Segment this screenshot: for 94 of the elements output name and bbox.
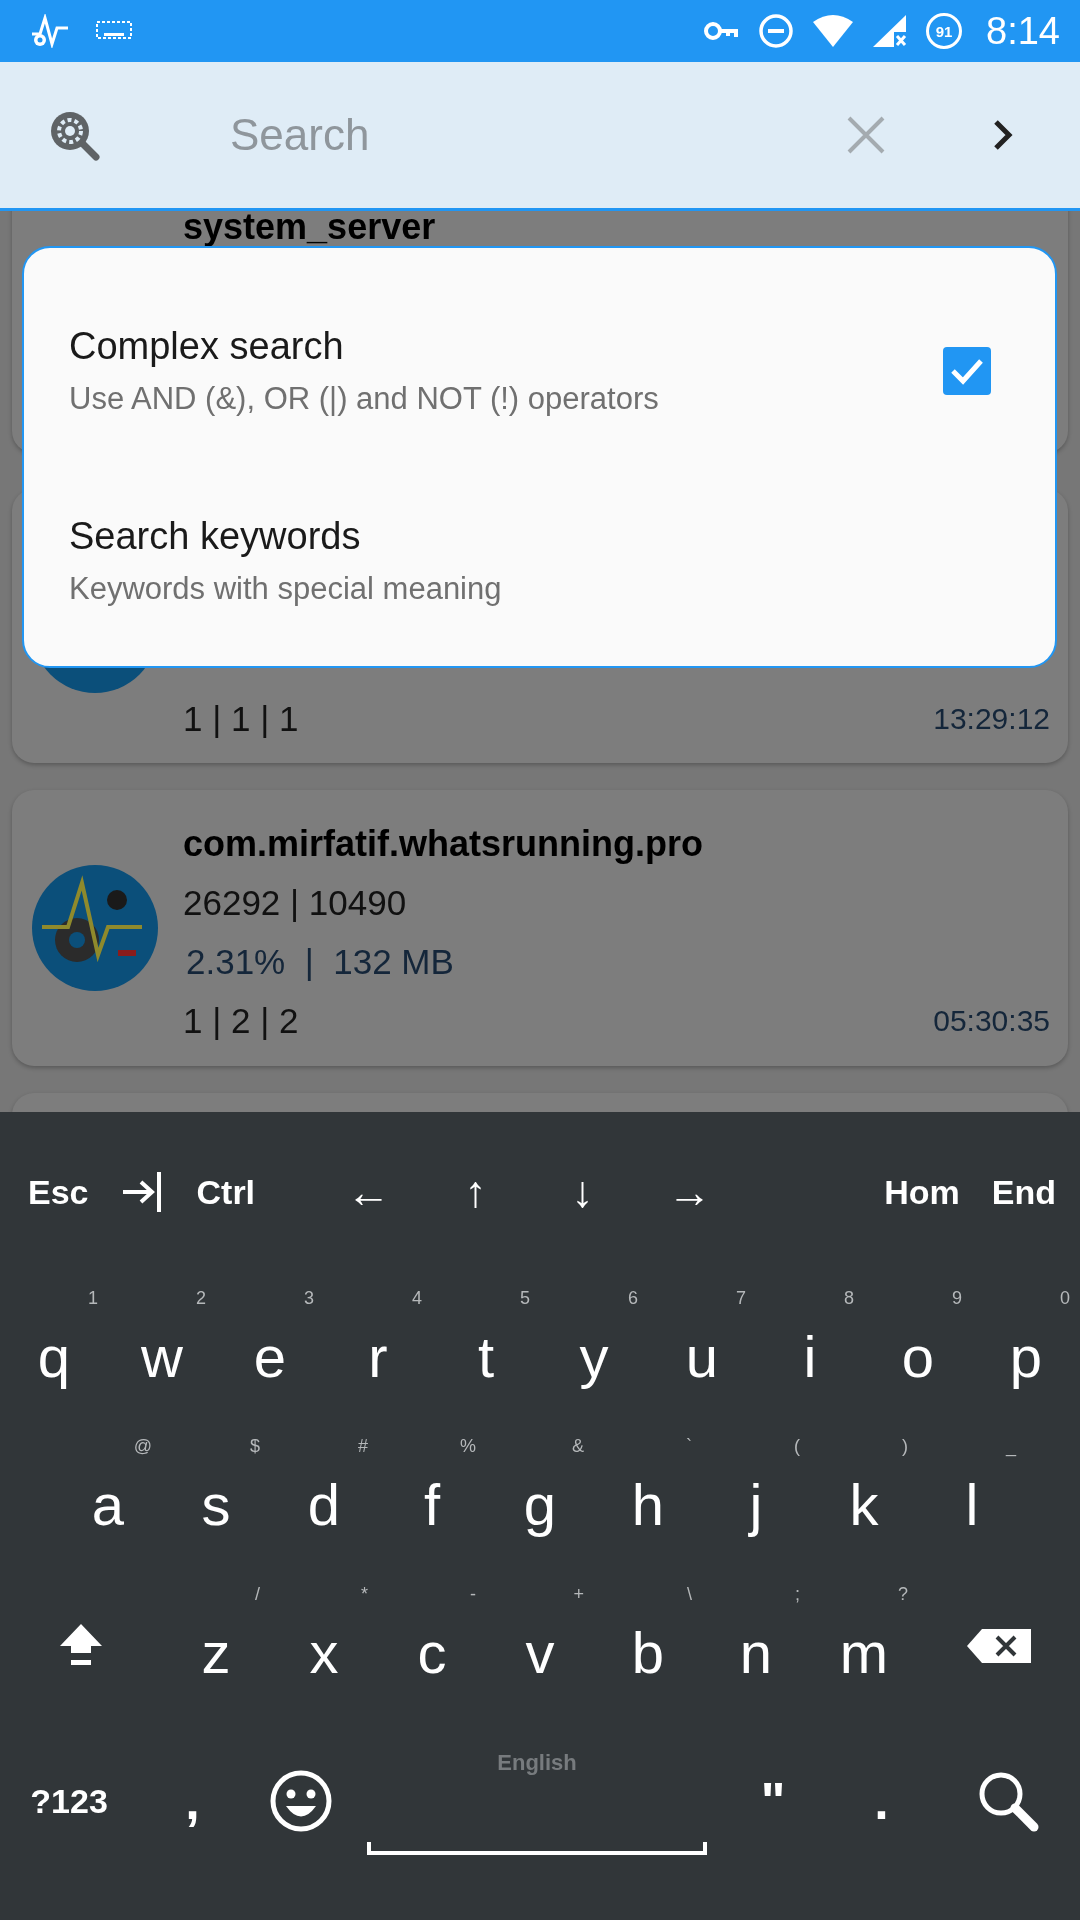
battery-indicator: 91 [926, 13, 963, 49]
function-key[interactable]: Ctrl [180, 1157, 272, 1227]
symbols-key[interactable]: ?123 [0, 1756, 139, 1846]
punctuation-key[interactable]: " [718, 1756, 828, 1846]
key-hint: - [470, 1584, 476, 1604]
menu-item[interactable]: Search keywords Keywords with special meaning [24, 466, 1055, 656]
usage-text: 2.31% | 132 MB [185, 940, 455, 983]
start-time: 13:29:12 [933, 701, 1050, 736]
do-not-disturb-icon [758, 13, 795, 49]
key-hint: ; [795, 1584, 800, 1604]
key-hint: + [573, 1584, 584, 1604]
key[interactable]: x * [270, 1568, 378, 1716]
app-icon [32, 865, 158, 991]
process-name: com.mirfatif.whatsrunning.pro [183, 821, 704, 866]
key-hint: \ [687, 1584, 692, 1604]
key-hint: & [572, 1436, 584, 1456]
key-hint: # [358, 1436, 368, 1456]
key[interactable]: w 2 [108, 1272, 216, 1420]
key[interactable]: l _ [918, 1420, 1026, 1568]
clock: 8:14 [986, 9, 1060, 53]
activity-gear-icon [30, 14, 70, 48]
key[interactable]: i 8 [756, 1272, 864, 1420]
key-icon [704, 20, 741, 42]
key[interactable]: j ( [702, 1420, 810, 1568]
key[interactable]: c - [378, 1568, 486, 1716]
key[interactable]: f % [378, 1420, 486, 1568]
thread-counts: 1 | 1 | 1 [183, 698, 299, 739]
key[interactable]: v + [486, 1568, 594, 1716]
thread-counts: 1 | 2 | 2 [183, 1000, 299, 1041]
function-key[interactable]: → [636, 1157, 744, 1227]
key-hint: $ [250, 1436, 260, 1456]
chevron-right-icon[interactable] [992, 119, 1014, 151]
key-hint: 5 [520, 1288, 530, 1308]
key[interactable]: z / [162, 1568, 270, 1716]
key-hint: ? [898, 1584, 908, 1604]
key[interactable]: s $ [162, 1420, 270, 1568]
key-hint: ) [902, 1436, 908, 1456]
key[interactable]: r 4 [324, 1272, 432, 1420]
key-hint: 6 [628, 1288, 638, 1308]
key[interactable]: k ) [810, 1420, 918, 1568]
key[interactable]: p 0 [972, 1272, 1080, 1420]
key-hint: ` [686, 1436, 692, 1456]
key-hint: _ [1006, 1436, 1016, 1456]
key-hint: ( [794, 1436, 800, 1456]
key-hint: 0 [1060, 1288, 1070, 1308]
wifi-icon [812, 14, 855, 48]
language-label: English [497, 1750, 577, 1776]
punctuation-key[interactable]: . [827, 1756, 936, 1846]
key-hint: @ [133, 1436, 152, 1456]
checkbox[interactable] [943, 347, 991, 395]
key[interactable]: h ` [594, 1420, 702, 1568]
function-key[interactable]: End [975, 1157, 1072, 1227]
key[interactable]: m ? [810, 1568, 918, 1716]
smiley-icon [269, 1769, 334, 1833]
key-hint: 9 [952, 1288, 962, 1308]
function-key[interactable]: Hom [868, 1157, 976, 1227]
punctuation-key[interactable]: , [138, 1756, 247, 1846]
menu-item[interactable]: Complex search Use AND (&), OR (|) and NOT (!) operators [24, 276, 1055, 466]
key[interactable]: q 1 [0, 1272, 108, 1420]
key-hint: * [361, 1584, 368, 1604]
key[interactable]: u 7 [648, 1272, 756, 1420]
function-key[interactable]: ↑ [422, 1157, 530, 1227]
key[interactable]: o 9 [864, 1272, 972, 1420]
search-field[interactable]: Search [230, 105, 846, 165]
function-key[interactable]: ← [315, 1157, 423, 1227]
process-ids: 26292 | 10490 [183, 881, 408, 924]
key-hint: 3 [304, 1288, 314, 1308]
option-title: Complex search [69, 324, 345, 369]
key[interactable]: n ; [702, 1568, 810, 1716]
space-bar-icon [367, 1840, 707, 1856]
key-hint: 1 [88, 1288, 98, 1308]
key-hint: 8 [844, 1288, 854, 1308]
key-hint: 2 [196, 1288, 206, 1308]
start-time: 05:30:35 [933, 1003, 1050, 1038]
key[interactable]: y 6 [540, 1272, 648, 1420]
key-hint: 4 [412, 1288, 422, 1308]
option-subtitle: Keywords with special meaning [69, 570, 503, 608]
key-hint: / [255, 1584, 260, 1604]
process-card[interactable]: com.mirfatif.whatsrunning.pro 26292 | 10490 2.31% | 132 MB 1 | 2 | 2 05:30:35 [12, 790, 1068, 1066]
key[interactable]: t 5 [432, 1272, 540, 1420]
key-hint: % [460, 1436, 476, 1456]
keyboard-icon [96, 20, 132, 42]
option-subtitle: Use AND (&), OR (|) and NOT (!) operators [69, 380, 660, 418]
key[interactable]: g & [486, 1420, 594, 1568]
key[interactable]: b \ [594, 1568, 702, 1716]
key[interactable]: a @ [54, 1420, 162, 1568]
function-key[interactable]: Esc [12, 1157, 105, 1227]
signal-icon [872, 14, 909, 48]
backspace-icon [966, 1628, 1032, 1664]
key-hint: 7 [736, 1288, 746, 1308]
key[interactable]: e 3 [216, 1272, 324, 1420]
key[interactable]: d # [270, 1420, 378, 1568]
function-key[interactable]: ↓ [529, 1157, 637, 1227]
option-title: Search keywords [69, 514, 362, 559]
